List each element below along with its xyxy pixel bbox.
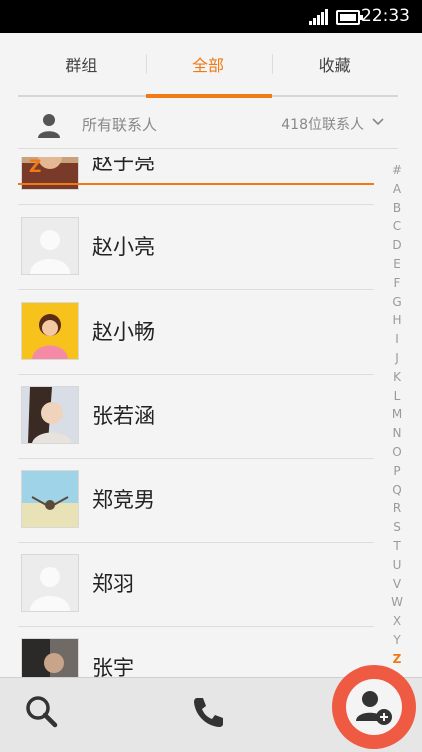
filter-label: 所有联系人 [82,116,158,134]
alphabet-index-letter[interactable]: T [393,537,400,556]
contact-list[interactable]: 赵子亮 赵小亮 赵小畅 张若涵 郑竞男 郑羽 张宇 [18,157,374,677]
alphabet-index-letter[interactable]: U [393,556,402,575]
alphabet-index-letter[interactable]: Y [393,631,400,650]
contact-filter[interactable]: 所有联系人 418位联系人 [18,100,398,149]
status-bar: 22:33 [0,0,422,33]
contact-avatar [21,302,79,360]
contact-row[interactable]: 张宇 [18,626,374,677]
alphabet-index-letter[interactable]: K [393,368,401,387]
alphabet-index-letter[interactable]: O [392,443,401,462]
section-divider [18,183,374,185]
contact-avatar [21,638,79,677]
tab-groups[interactable]: 群组 [18,33,145,95]
person-icon [38,114,60,138]
contact-avatar [21,217,79,275]
contact-row[interactable]: 张若涵 [18,374,374,459]
alphabet-index-letter[interactable]: F [394,274,401,293]
alphabet-index-letter[interactable]: S [393,518,401,537]
contact-row[interactable]: 赵小畅 [18,290,374,375]
contact-row[interactable]: 赵子亮 [18,157,374,205]
signal-icon [309,9,329,25]
contact-name: 赵子亮 [92,157,155,174]
tab-divider [272,54,273,74]
contact-avatar [21,470,79,528]
contact-name: 张若涵 [92,404,155,428]
tab-all[interactable]: 全部 [145,33,272,95]
alphabet-index-letter[interactable]: E [393,255,401,274]
contact-avatar [21,386,79,444]
battery-icon [336,10,363,25]
tab-divider [146,54,147,74]
tab-favorites[interactable]: 收藏 [271,33,398,95]
alphabet-index-letter[interactable]: I [395,330,399,349]
tab-indicator [146,94,272,98]
alphabet-index-letter[interactable]: H [392,311,401,330]
contact-row[interactable]: 郑羽 [18,542,374,627]
alphabet-index-letter[interactable]: J [395,349,399,368]
alphabet-index-letter[interactable]: X [393,612,401,631]
contact-name: 郑竞男 [92,488,155,512]
contact-count: 418位联系人 [281,117,364,133]
chevron-down-icon [372,118,384,126]
alphabet-index-letter[interactable]: # [392,161,402,180]
alphabet-index-letter[interactable]: D [392,236,401,255]
alphabet-index-letter[interactable]: A [393,180,401,199]
alphabet-index-letter[interactable]: G [392,293,401,312]
add-contact-button[interactable] [332,665,416,749]
alphabet-index-letter[interactable]: V [393,575,401,594]
section-header-letter: Z [29,157,42,177]
contact-row[interactable]: 郑竞男 [18,458,374,543]
alphabet-index-letter[interactable]: B [393,199,401,218]
alphabet-index-letter[interactable]: W [391,593,403,612]
contact-name: 赵小畅 [92,320,155,344]
alphabet-index-letter[interactable]: N [393,424,402,443]
alphabet-index-letter[interactable]: C [393,217,401,236]
status-time: 22:33 [361,6,410,26]
contact-row[interactable]: 赵小亮 [18,205,374,290]
search-icon[interactable] [22,692,62,732]
alphabet-index-letter[interactable]: M [392,405,402,424]
alphabet-index-letter[interactable]: Z [393,650,402,669]
alphabet-index-letter[interactable]: Q [392,481,401,500]
contact-name: 张宇 [92,656,134,677]
add-contact-icon [356,691,392,725]
contact-avatar [21,554,79,612]
contact-name: 郑羽 [92,572,134,596]
tab-bar: 群组 全部 收藏 [18,33,398,95]
phone-icon[interactable] [188,692,228,732]
alphabet-index[interactable]: # A B C D E F G H I J K L M N O P Q R S T U V W X Y Z [388,161,406,669]
alphabet-index-letter[interactable]: P [393,462,400,481]
contact-name: 赵小亮 [92,235,155,259]
alphabet-index-letter[interactable]: L [394,387,401,406]
alphabet-index-letter[interactable]: R [393,499,401,518]
